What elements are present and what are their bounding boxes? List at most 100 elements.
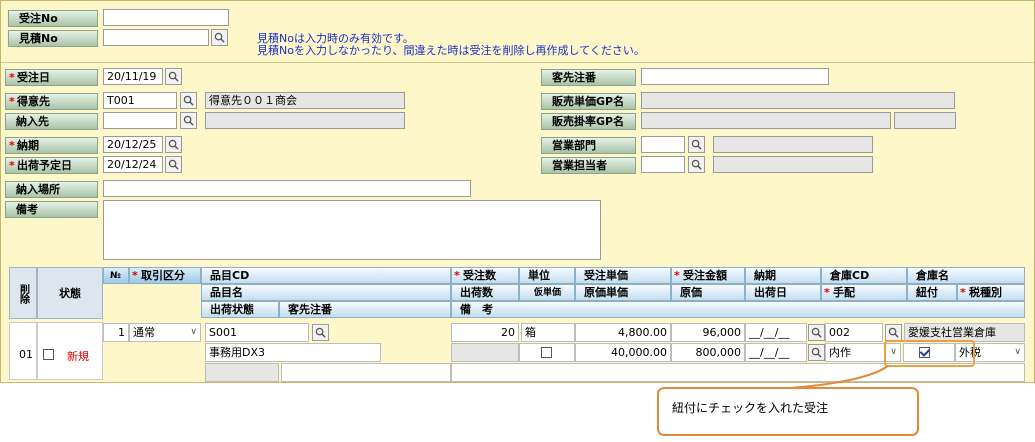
arrangement-column-header: * 手配 (821, 284, 907, 301)
search-icon (183, 115, 194, 126)
item-cd-input[interactable]: S001 (205, 323, 309, 342)
customer-name-display: 得意先００１商会 (205, 92, 405, 109)
customer-label: * 得意先 (5, 93, 98, 110)
row-line-no: 1 (103, 323, 129, 342)
order-qty-column-header: * 受注数 (451, 267, 519, 284)
sales-dept-name-display (713, 136, 873, 153)
due-date-label: * 納期 (5, 137, 98, 154)
search-icon (168, 159, 179, 170)
customer-po-label: 客先注番 (541, 69, 636, 86)
item-search-button[interactable] (312, 324, 329, 341)
estimate-search-button[interactable] (211, 29, 228, 46)
amount-input[interactable]: 96,000 (671, 323, 745, 342)
search-icon (691, 139, 702, 150)
order-date-input[interactable]: 20/11/19 (103, 68, 163, 85)
ship-date-input[interactable]: 20/12/24 (103, 156, 163, 173)
unit-price-group-display (641, 92, 955, 109)
order-date-label: * 受注日 (5, 69, 98, 86)
order-qty-input[interactable]: 20 (451, 323, 519, 342)
due-date-picker-button[interactable] (165, 136, 182, 153)
sales-dept-input[interactable] (641, 136, 685, 153)
sales-rep-input[interactable] (641, 156, 685, 173)
due-input[interactable]: __/__/__ (745, 323, 807, 342)
temp-price-column-header: 仮単価 (519, 284, 575, 301)
unit-price-input[interactable]: 4,800.00 (575, 323, 671, 342)
unit-price-group-label: 販売単価GP名 (541, 93, 636, 110)
warehouse-cd-input[interactable]: 002 (825, 323, 883, 342)
sales-rep-label: 営業担当者 (541, 157, 636, 174)
unit-column-header: 単位 (519, 267, 575, 284)
rate-group-extra-display (894, 112, 956, 129)
ship-status-display (205, 363, 279, 382)
sales-rep-search-button[interactable] (688, 156, 705, 173)
order-no-label: 受注No (8, 10, 98, 27)
chevron-down-icon: ∨ (190, 327, 197, 337)
warehouse-name-column-header: 倉庫名 (907, 267, 1025, 284)
warehouse-search-button[interactable] (885, 324, 902, 341)
customer-code-input[interactable]: T001 (103, 92, 177, 109)
search-icon (214, 32, 225, 43)
due-column-header: 納期 (745, 267, 821, 284)
ship-date-input[interactable]: __/__/__ (745, 343, 807, 362)
trade-type-column-header: * 取引区分 (129, 267, 201, 284)
ship-status-column-header: 出荷状態 (201, 301, 279, 318)
section-divider (1, 62, 1034, 63)
delivery-to-input[interactable] (103, 112, 177, 129)
item-name-input[interactable]: 事務用DX3 (205, 343, 381, 362)
estimate-no-input[interactable] (103, 29, 209, 46)
order-detail-grid: 削除 状態 № * 取引区分 品目CD * 受注数 単位 受注単価 * 受注金額 納期… (9, 267, 1031, 382)
cost-unit-price-input[interactable]: 40,000.00 (575, 343, 671, 362)
order-unit-price-column-header: 受注単価 (575, 267, 671, 284)
delivery-to-name-display (205, 112, 405, 129)
search-icon (183, 95, 194, 106)
item-cd-column-header: 品目CD (201, 267, 451, 284)
customer-search-button[interactable] (180, 92, 197, 109)
ship-date-label: * 出荷予定日 (5, 157, 98, 174)
ship-date-picker-button[interactable] (165, 156, 182, 173)
temp-price-checkbox[interactable] (541, 347, 552, 358)
trade-type-select[interactable]: 通常 ∨ (129, 323, 201, 342)
tax-type-column-header: * 税種別 (957, 284, 1025, 301)
row-delete-checkbox[interactable] (43, 349, 54, 360)
unit-display: 箱 (521, 323, 575, 342)
ship-date-picker-button[interactable] (808, 344, 825, 361)
ship-date-column-header: 出荷日 (745, 284, 821, 301)
ship-qty-column-header: 出荷数 (451, 284, 519, 301)
delivery-place-input[interactable] (103, 180, 471, 197)
search-icon (168, 71, 179, 82)
cost-input[interactable]: 800,000 (671, 343, 745, 362)
order-amount-column-header: * 受注金額 (671, 267, 745, 284)
delivery-place-label: 納入場所 (5, 181, 98, 198)
search-icon (811, 327, 822, 338)
search-icon (168, 139, 179, 150)
search-icon (811, 347, 822, 358)
due-date-input[interactable]: 20/12/25 (103, 136, 163, 153)
delete-column-header: 削除 (9, 267, 37, 319)
callout-box: 紐付にチェックを入れた受注 (657, 387, 919, 436)
sales-dept-search-button[interactable] (688, 136, 705, 153)
linked-highlight-frame (884, 340, 975, 367)
order-entry-panel: 受注No 見積No 見積Noは入力時のみ有効です。 見積Noを入力しなかったり、… (0, 0, 1035, 383)
info-line-2: 見積Noを入力しなかったり、間違えた時は受注を削除し再作成してください。 (257, 44, 645, 57)
ship-qty-display (451, 343, 519, 362)
no-column-header: № (103, 267, 129, 284)
estimate-no-label: 見積No (8, 30, 98, 47)
order-date-picker-button[interactable] (165, 68, 182, 85)
customer-po-input[interactable] (641, 68, 829, 85)
customer-po-column-header: 客先注番 (279, 301, 451, 318)
delivery-to-search-button[interactable] (180, 112, 197, 129)
remarks-textarea[interactable] (103, 200, 601, 260)
callout-text: 紐付にチェックを入れた受注 (672, 401, 829, 415)
sales-rep-name-display (713, 156, 873, 173)
status-column-header: 状態 (37, 267, 103, 319)
row-number: 01 (19, 348, 33, 361)
cost-column-header: 原価 (671, 284, 745, 301)
remarks-column-header: 備 考 (451, 301, 1025, 318)
sales-dept-label: 営業部門 (541, 137, 636, 154)
order-no-input[interactable] (103, 9, 229, 26)
linked-column-header: 紐付 (907, 284, 957, 301)
cost-unit-price-column-header: 原価単価 (575, 284, 671, 301)
search-icon (691, 159, 702, 170)
row-customer-po-input[interactable] (281, 363, 451, 382)
due-picker-button[interactable] (808, 324, 825, 341)
